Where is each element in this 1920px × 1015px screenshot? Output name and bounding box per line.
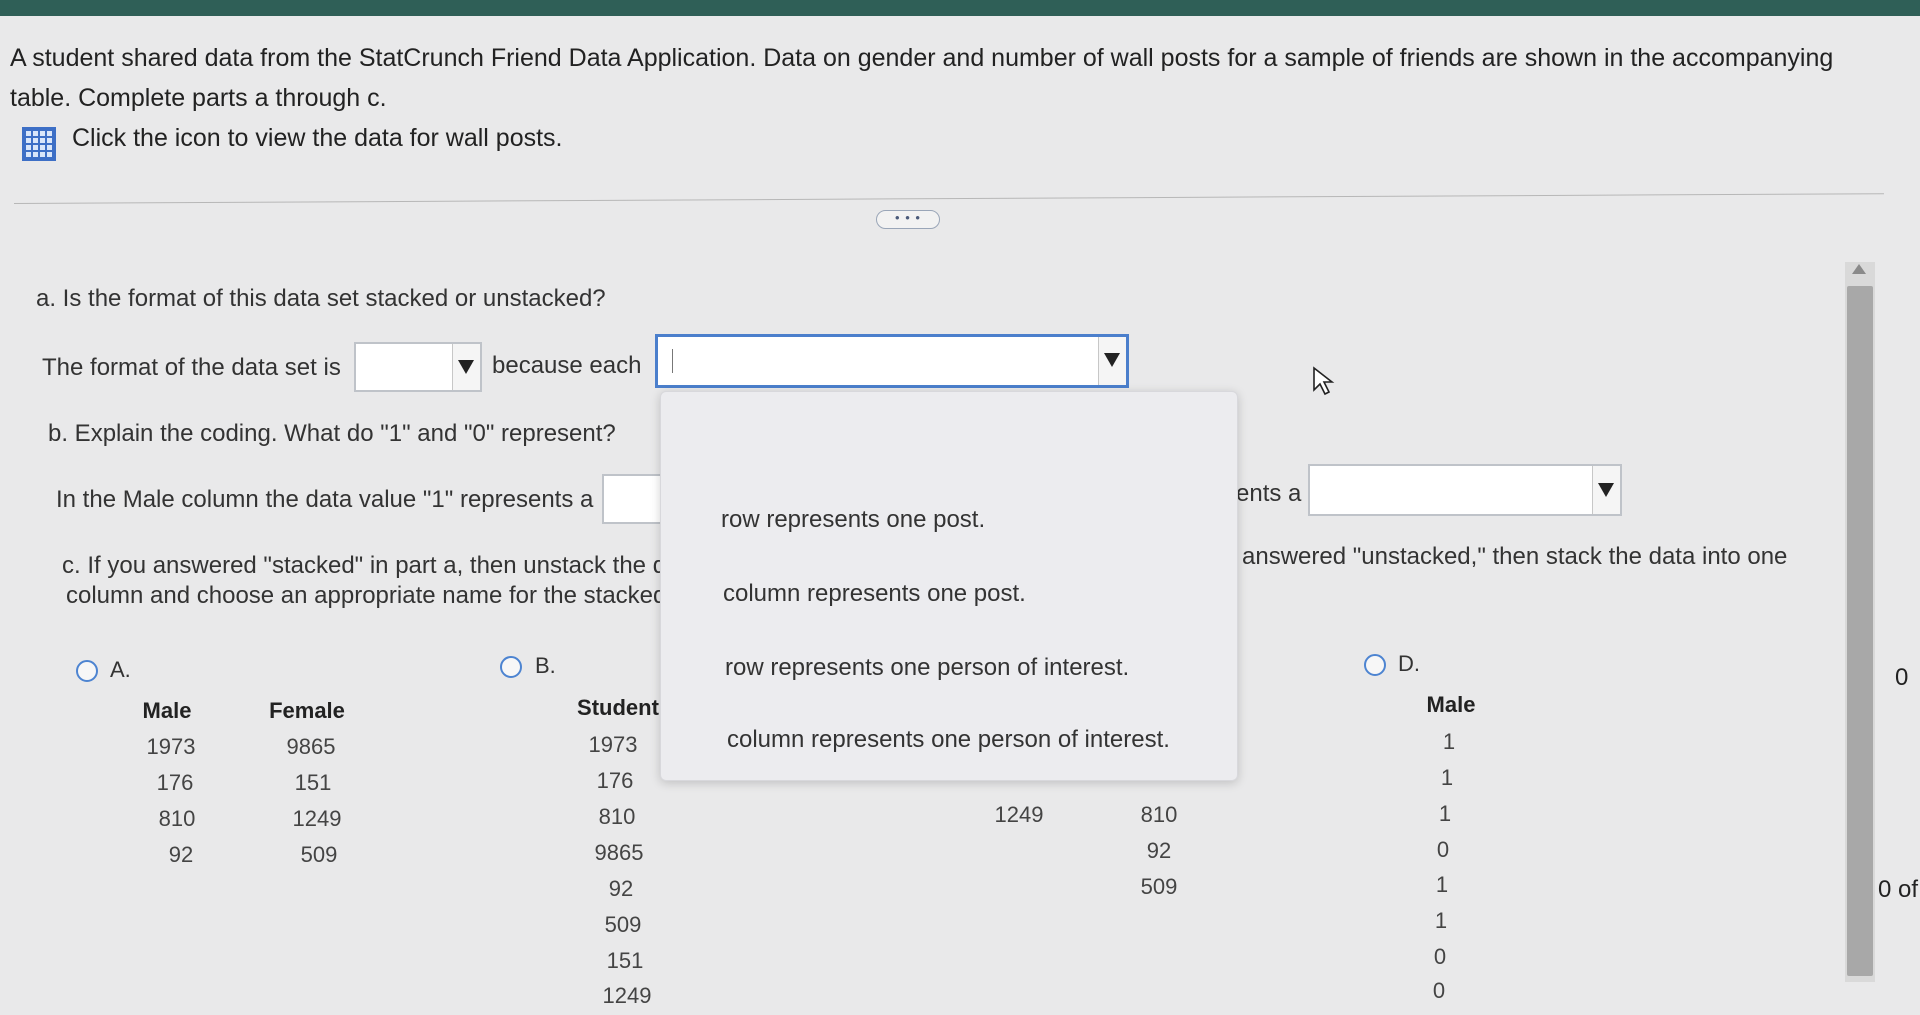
part-a-sentence-start: The format of the data set is (42, 354, 341, 381)
table-cell: 509 (1140, 874, 1178, 899)
mouse-pointer-icon (1313, 366, 1335, 396)
reason-dropdown-menu: row represents one post. column represen… (660, 391, 1238, 781)
option-a-header-female: Female (269, 698, 345, 723)
option-b-header: Student (577, 695, 659, 720)
format-dropdown-arrow[interactable] (452, 344, 480, 390)
table-cell: 151 (606, 948, 644, 973)
chevron-down-icon (458, 360, 474, 374)
option-d-label: D. (1398, 651, 1420, 676)
intro-line-2: table. Complete parts a through c. (10, 84, 387, 112)
table-cell: 810 (158, 806, 196, 831)
table-cell: 509 (604, 912, 642, 937)
table-cell: 176 (596, 768, 634, 793)
table-cell: 1973 (146, 734, 196, 759)
table-cell: 9865 (594, 840, 644, 865)
table-cell: 1249 (994, 802, 1044, 827)
table-cell: 0 (1432, 978, 1446, 1003)
format-dropdown[interactable] (354, 342, 482, 392)
top-header-bar (0, 0, 1920, 16)
part-b-sentence: In the Male column the data value "1" re… (56, 486, 594, 513)
option-a-radio[interactable] (76, 660, 98, 682)
part-c-line-2: column and choose an appropriate name fo… (66, 582, 667, 609)
table-cell: 92 (1146, 838, 1172, 863)
part-a-question: a. Is the format of this data set stacke… (36, 285, 606, 312)
more-button[interactable]: • • • (876, 210, 940, 229)
reason-dropdown-arrow[interactable] (1098, 337, 1126, 385)
coding-zero-dropdown[interactable] (1308, 464, 1622, 516)
option-b-label: B. (535, 653, 556, 678)
table-cell: 92 (168, 842, 194, 867)
part-c-line-1: c. If you answered "stacked" in part a, … (62, 552, 667, 579)
option-a-header-male: Male (142, 698, 192, 723)
coding-zero-dropdown-arrow[interactable] (1592, 466, 1620, 514)
part-b-question: b. Explain the coding. What do "1" and "… (48, 420, 616, 447)
table-cell: 1 (1442, 729, 1456, 754)
option-b-radio[interactable] (500, 656, 522, 678)
chevron-down-icon (1104, 353, 1120, 367)
table-cell: 1 (1438, 801, 1452, 826)
dropdown-option-row-post[interactable]: row represents one post. (721, 506, 985, 534)
table-cell: 9865 (286, 734, 336, 759)
table-cell: 810 (1140, 802, 1178, 827)
intro-line-1: A student shared data from the StatCrunc… (10, 44, 1834, 72)
table-cell: 0 (1436, 837, 1450, 862)
reason-dropdown[interactable] (655, 334, 1129, 388)
data-table-icon[interactable] (22, 127, 56, 161)
dropdown-option-column-person[interactable]: column represents one person of interest… (727, 726, 1170, 754)
table-cell: 810 (598, 804, 636, 829)
chevron-down-icon (1598, 483, 1614, 497)
dropdown-option-column-post[interactable]: column represents one post. (723, 580, 1026, 608)
table-cell: 151 (294, 770, 332, 795)
table-cell: 1 (1435, 872, 1449, 897)
part-c-right: answered "unstacked," then stack the dat… (1242, 543, 1788, 570)
text-caret (672, 349, 673, 373)
table-cell: 1249 (292, 806, 342, 831)
part-b-partial-right: ents a (1236, 480, 1302, 507)
table-cell: 1 (1440, 765, 1454, 790)
view-data-link[interactable]: Click the icon to view the data for wall… (72, 118, 563, 158)
edge-text-top: 0 (1895, 664, 1909, 691)
coding-one-dropdown[interactable] (602, 474, 666, 524)
scrollbar-thumb[interactable] (1847, 286, 1873, 976)
table-cell: 1 (1434, 908, 1448, 933)
section-divider (13, 193, 1884, 204)
option-a-label: A. (110, 657, 131, 682)
dropdown-option-row-person[interactable]: row represents one person of interest. (725, 654, 1129, 682)
table-cell: 176 (156, 770, 194, 795)
table-cell: 0 (1433, 944, 1447, 969)
part-a-because: because each (492, 352, 642, 379)
option-d-radio[interactable] (1364, 654, 1386, 676)
option-d-header: Male (1426, 692, 1476, 717)
table-cell: 509 (300, 842, 338, 867)
table-cell: 92 (608, 876, 634, 901)
table-cell: 1973 (588, 732, 638, 757)
scroll-up-icon[interactable] (1852, 264, 1866, 274)
table-cell: 1249 (602, 983, 652, 1008)
edge-text-bottom: 0 of (1878, 876, 1919, 903)
